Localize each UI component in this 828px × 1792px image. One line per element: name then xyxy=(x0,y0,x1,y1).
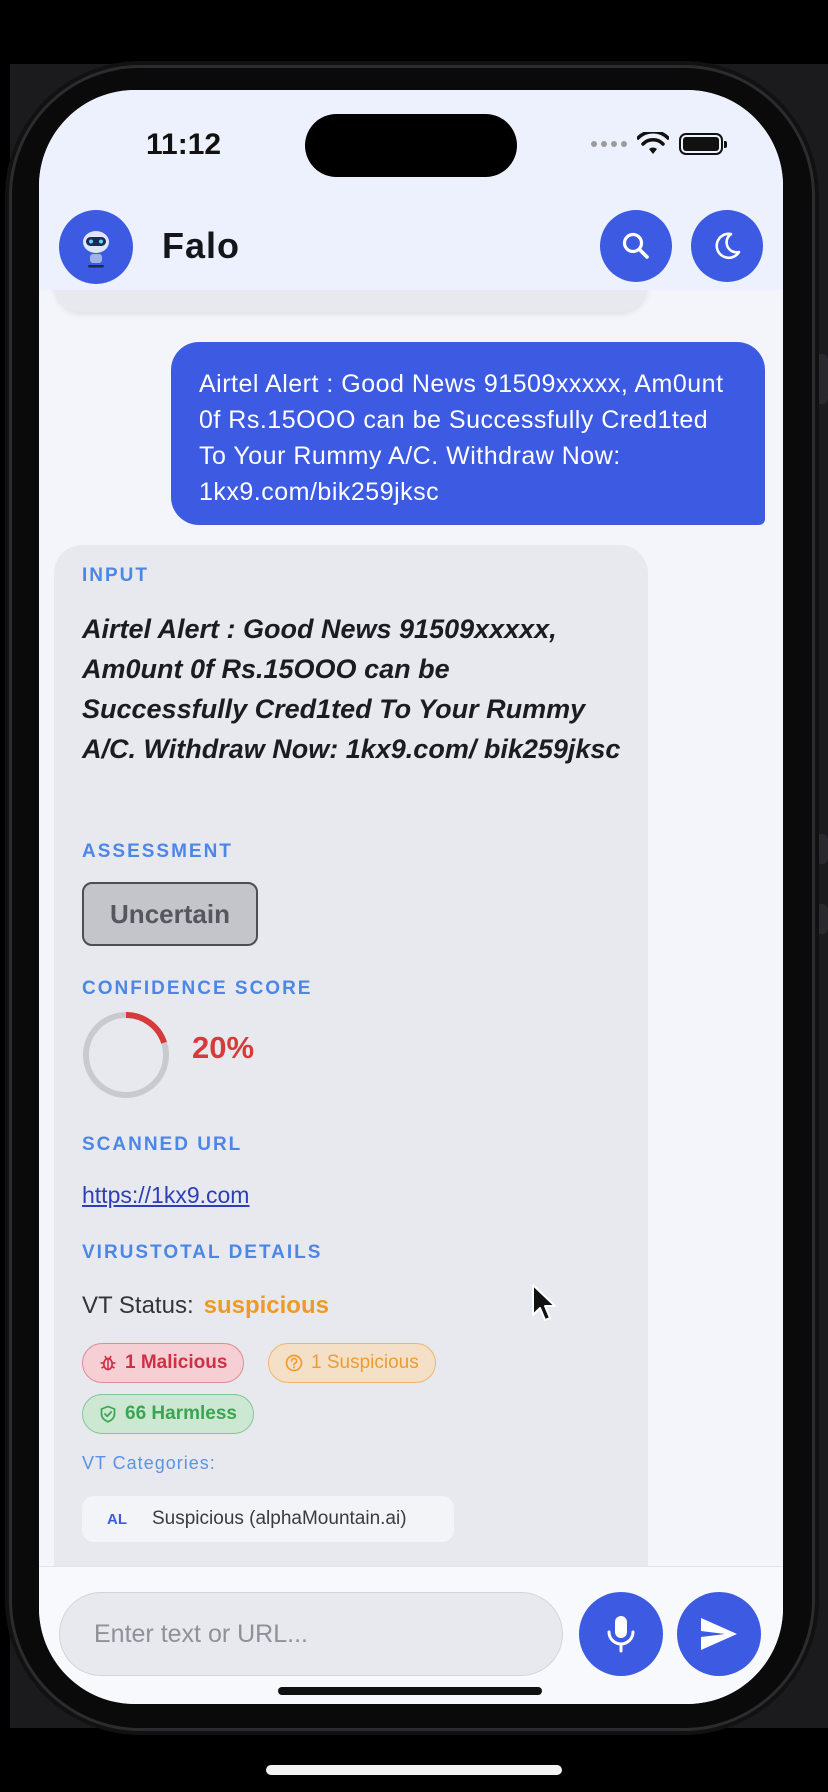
cellular-signal-icon xyxy=(591,141,627,147)
send-button[interactable] xyxy=(677,1592,761,1676)
scanned-url-section-label: SCANNED URL xyxy=(82,1134,243,1155)
assessment-badge: Uncertain xyxy=(82,882,258,946)
shield-check-icon xyxy=(100,1405,116,1423)
malicious-count-label: 1 Malicious xyxy=(125,1352,228,1373)
wifi-icon xyxy=(637,132,669,154)
vt-categories-label: VT Categories: xyxy=(82,1453,216,1473)
confidence-section-label: CONFIDENCE SCORE xyxy=(82,978,313,999)
microphone-icon xyxy=(607,1616,635,1653)
question-circle-icon xyxy=(285,1354,303,1372)
chat-thread[interactable]: Airtel Alert : Good News 91509xxxxx, Am0… xyxy=(39,290,783,1566)
dynamic-island xyxy=(305,114,517,177)
vt-category-abbr: AL xyxy=(107,1510,127,1528)
home-indicator xyxy=(278,1687,542,1695)
app-screen: 11:12 Falo Airtel Alert: Good News 9150… xyxy=(39,90,783,1704)
vt-status-value: suspicious xyxy=(203,1292,329,1319)
input-section-label: INPUT xyxy=(82,565,149,586)
assessment-section-label: ASSESSMENT xyxy=(82,841,233,862)
voice-input-button[interactable] xyxy=(579,1592,663,1676)
composer-bar: Enter text or URL... xyxy=(39,1566,783,1704)
user-message-bubble: Airtel Alert : Good News 91509xxxxx, Am0… xyxy=(171,342,765,525)
moon-icon xyxy=(715,232,741,260)
confidence-gauge xyxy=(83,1012,169,1098)
malicious-count-badge: 1 Malicious xyxy=(82,1343,245,1383)
status-icons xyxy=(591,132,727,156)
search-icon xyxy=(622,232,649,259)
battery-icon xyxy=(679,133,727,155)
confidence-value: 20% xyxy=(192,1030,255,1065)
harmless-count-label: 66 Harmless xyxy=(125,1403,237,1424)
status-bar: 11:12 xyxy=(39,90,783,202)
search-button[interactable] xyxy=(600,210,672,282)
mouse-cursor-icon xyxy=(532,1284,556,1321)
bug-icon xyxy=(100,1355,116,1371)
suspicious-count-label: 1 Suspicious xyxy=(311,1352,419,1373)
robot-logo-icon[interactable] xyxy=(59,210,133,284)
vt-status-label: VT Status: xyxy=(82,1292,194,1319)
virustotal-section-label: VIRUSTOTAL DETAILS xyxy=(82,1242,323,1263)
scanned-url-link[interactable]: https://1kx9.com xyxy=(82,1182,249,1209)
dark-mode-toggle[interactable] xyxy=(691,210,763,282)
vt-status: VT Status: suspicious xyxy=(82,1292,329,1320)
outer-home-indicator xyxy=(266,1765,562,1775)
app-title: Falo xyxy=(162,225,241,266)
send-icon xyxy=(701,1618,737,1650)
message-input[interactable]: Enter text or URL... xyxy=(59,1592,563,1676)
harmless-count-badge: 66 Harmless xyxy=(82,1394,254,1434)
vt-category-chip: AL Suspicious (alphaMountain.ai) xyxy=(82,1496,454,1542)
input-text: Airtel Alert : Good News 91509xxxxx, Am0… xyxy=(82,614,621,764)
analysis-result-card: INPUT Airtel Alert : Good News 91509xxxx… xyxy=(54,545,648,1566)
app-bar: Falo xyxy=(39,202,783,290)
vt-category-text: Suspicious (alphaMountain.ai) xyxy=(152,1508,407,1529)
status-time: 11:12 xyxy=(146,128,222,161)
suspicious-count-badge: 1 Suspicious xyxy=(268,1343,436,1383)
previous-result-card xyxy=(54,290,648,312)
